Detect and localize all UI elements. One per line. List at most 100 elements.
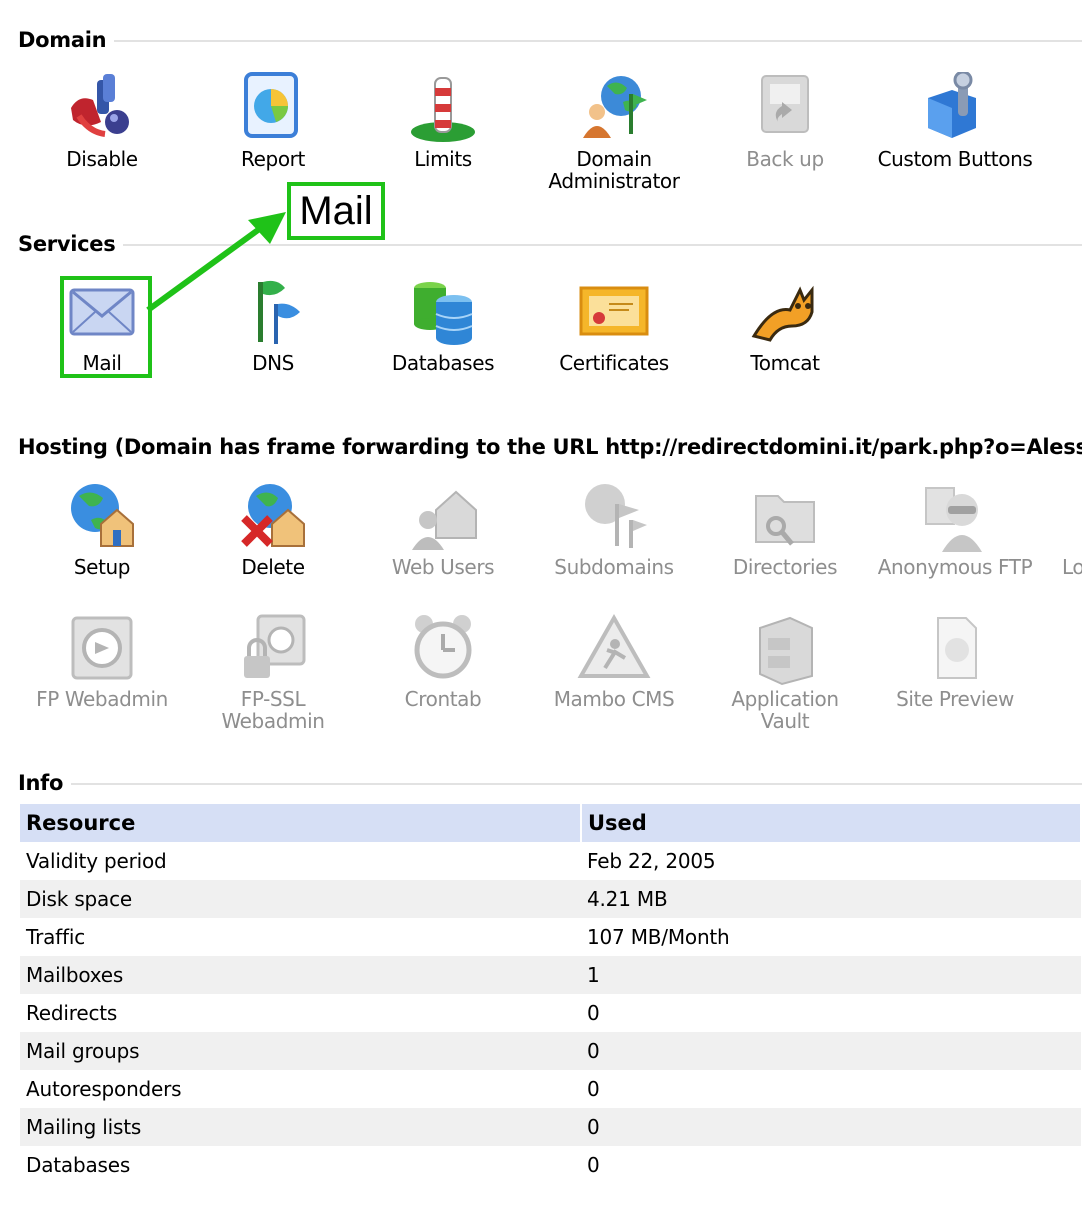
services-section-title: Services <box>18 229 124 259</box>
domain-section: Domain <box>18 25 1082 55</box>
table-row: Mailboxes 1 <box>20 956 1081 994</box>
mail-icon <box>69 288 135 336</box>
directories-icon <box>755 495 815 546</box>
anonymous-ftp-button: Anonymous FTP <box>875 480 1035 578</box>
site-preview-label: Site Preview <box>896 687 1014 711</box>
used-cell: 0 <box>587 1153 600 1177</box>
truncated-icon-placeholder <box>1046 480 1082 554</box>
limits-label: Limits <box>414 147 472 171</box>
tomcat-icon <box>751 285 814 342</box>
crontab-label: Crontab <box>404 687 482 711</box>
tomcat-button[interactable]: Tomcat <box>705 276 865 374</box>
fp-webadmin-button: FP Webadmin <box>22 612 182 710</box>
backup-button: Back up <box>705 72 865 170</box>
directories-button: Directories <box>705 480 865 578</box>
hosting-section-title: Hosting (Domain has frame forwarding to … <box>18 435 1082 459</box>
used-cell: 0 <box>587 1001 600 1025</box>
info-section-title: Info <box>18 768 72 798</box>
table-row: Traffic 107 MB/Month <box>20 918 1081 956</box>
subdomains-button: Subdomains <box>534 480 694 578</box>
certificates-label: Certificates <box>559 351 669 375</box>
anonymous-ftp-icon <box>925 487 982 552</box>
table-row: Redirects 0 <box>20 994 1081 1032</box>
setup-label: Setup <box>73 555 131 579</box>
certificates-icon <box>579 286 649 336</box>
delete-label: Delete <box>241 555 305 579</box>
backup-label: Back up <box>746 147 824 171</box>
delete-button[interactable]: Delete <box>193 480 353 578</box>
used-cell: 0 <box>581 1108 1081 1146</box>
certificates-button[interactable]: Certificates <box>534 276 694 374</box>
databases-icon <box>414 282 473 345</box>
databases-label: Databases <box>391 351 495 375</box>
domain-administrator-label-line1: Domain <box>576 147 652 171</box>
resource-cell: Mailboxes <box>20 956 581 994</box>
mail-callout: Mail <box>287 182 385 240</box>
resource-cell: Databases <box>26 1153 131 1177</box>
domain-administrator-button[interactable]: Domain Administrator <box>534 72 694 192</box>
report-button[interactable]: Report <box>193 72 353 170</box>
divider <box>18 783 1082 785</box>
used-cell: 0 <box>587 1077 600 1101</box>
application-vault-icon <box>759 616 813 686</box>
used-cell: 1 <box>581 956 1081 994</box>
domain-section-title: Domain <box>18 25 115 55</box>
mambo-cms-button: Mambo CMS <box>534 612 694 710</box>
truncated-hosting-button: Lo <box>1046 480 1082 578</box>
limits-icon <box>411 77 475 142</box>
table-row: Mailing lists 0 <box>20 1108 1081 1146</box>
annotation-arrow <box>146 212 286 313</box>
fp-webadmin-label: FP Webadmin <box>36 687 168 711</box>
application-vault-label: Application Vault <box>731 687 839 733</box>
tomcat-label: Tomcat <box>750 351 820 375</box>
truncated-label: Lo <box>1062 555 1082 579</box>
mail-label: Mail <box>82 351 122 375</box>
subdomains-icon <box>585 484 647 548</box>
site-preview-icon <box>937 617 977 679</box>
resource-cell: Disk space <box>20 880 581 918</box>
resource-cell: Autoresponders <box>26 1077 182 1101</box>
custom-buttons-button[interactable]: Custom Buttons <box>875 72 1035 170</box>
used-cell: 0 <box>581 1032 1081 1070</box>
custom-buttons-icon <box>928 72 976 138</box>
used-cell: 4.21 MB <box>581 880 1081 918</box>
dns-label: DNS <box>252 351 294 375</box>
disable-icon <box>71 74 129 137</box>
disable-button[interactable]: Disable <box>22 72 182 170</box>
table-row: Autoresponders 0 <box>20 1070 1081 1108</box>
application-vault-button: Application Vault <box>705 612 865 732</box>
used-cell: 107 MB/Month <box>587 925 730 949</box>
fp-ssl-webadmin-button: FP-SSL Webadmin <box>193 612 353 732</box>
column-header-resource: Resource <box>20 804 582 842</box>
mambo-cms-label: Mambo CMS <box>553 687 675 711</box>
backup-icon <box>761 75 809 133</box>
report-icon <box>244 72 298 138</box>
setup-icon <box>71 484 134 547</box>
info-section: Info <box>18 768 1082 798</box>
report-label: Report <box>241 147 305 171</box>
divider <box>18 40 1082 42</box>
table-row: Databases 0 <box>20 1146 1081 1184</box>
crontab-button: Crontab <box>363 612 523 710</box>
anonymous-ftp-label: Anonymous FTP <box>877 555 1033 579</box>
table-row: Disk space 4.21 MB <box>20 880 1081 918</box>
table-row: Validity period Feb 22, 2005 <box>20 842 1081 880</box>
table-row: Mail groups 0 <box>20 1032 1081 1070</box>
resource-cell: Traffic <box>26 925 85 949</box>
web-users-icon <box>412 490 477 550</box>
subdomains-label: Subdomains <box>554 555 674 579</box>
databases-button[interactable]: Databases <box>363 276 523 374</box>
used-cell: Feb 22, 2005 <box>587 849 716 873</box>
custom-buttons-label: Custom Buttons <box>877 147 1033 171</box>
disable-label: Disable <box>66 147 138 171</box>
setup-button[interactable]: Setup <box>22 480 182 578</box>
limits-button[interactable]: Limits <box>363 72 523 170</box>
fp-ssl-webadmin-icon <box>244 614 306 678</box>
fp-webadmin-icon <box>71 616 133 680</box>
domain-administrator-label-line2: Administrator <box>548 169 680 193</box>
delete-icon <box>241 484 305 547</box>
info-table-header-row: Resource Used <box>20 804 1082 842</box>
web-users-button: Web Users <box>363 480 523 578</box>
resource-cell: Validity period <box>26 849 167 873</box>
info-table: Resource Used Validity period Feb 22, 20… <box>20 804 1082 1184</box>
